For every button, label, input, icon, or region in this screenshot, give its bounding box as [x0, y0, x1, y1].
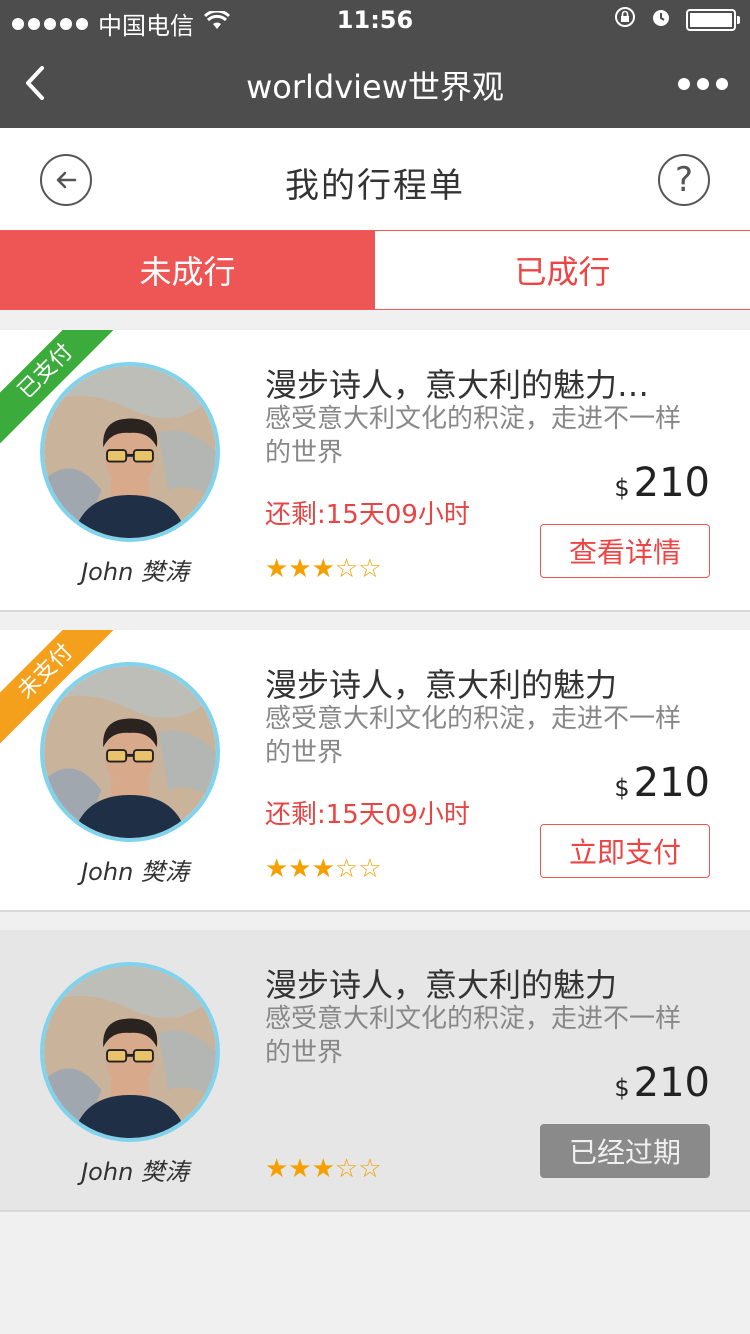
price-value: 210: [633, 460, 710, 506]
trip-price: $210: [614, 1060, 710, 1106]
nav-title: worldview世界观: [246, 68, 504, 106]
trip-price: $210: [614, 460, 710, 506]
price-value: 210: [633, 1060, 710, 1106]
page-title: 我的行程单: [285, 166, 465, 206]
guide-photo: [44, 366, 216, 538]
tab-pending[interactable]: 未成行: [0, 231, 375, 309]
trip-card-paid[interactable]: 已支付 John 樊涛 漫步诗人，意大利的魅力… 感受意大利文化的积淀，走进不一…: [0, 330, 750, 610]
rating-stars: ★★★☆☆: [265, 554, 382, 584]
remaining-time: 还剩:15天09小时: [265, 500, 470, 530]
trip-card-unpaid[interactable]: 未支付 John 樊涛 漫步诗人，意大利的魅力 感受意大利文化的积淀，走进不一样…: [0, 630, 750, 910]
guide-name: John 樊涛: [81, 1158, 189, 1186]
battery-icon: [686, 9, 740, 31]
trip-title: 漫步诗人，意大利的魅力…: [265, 366, 650, 404]
rating-stars: ★★★☆☆: [265, 854, 382, 884]
currency-symbol: $: [614, 774, 630, 802]
currency-symbol: $: [614, 1074, 630, 1102]
currency-symbol: $: [614, 474, 630, 502]
help-icon: ?: [674, 160, 694, 200]
trip-title: 漫步诗人，意大利的魅力: [265, 966, 618, 1004]
nav-bar: worldview世界观: [0, 40, 750, 128]
pay-now-button[interactable]: 立即支付: [540, 824, 710, 878]
trip-title: 漫步诗人，意大利的魅力: [265, 666, 618, 704]
guide-photo: [44, 966, 216, 1138]
rotation-lock-icon: [614, 6, 636, 34]
status-right: [614, 6, 740, 34]
avatar: [40, 662, 220, 842]
expired-button: 已经过期: [540, 1124, 710, 1178]
remaining-time: 还剩:15天09小时: [265, 800, 470, 830]
trip-tabs: 未成行 已成行: [0, 230, 750, 310]
trip-price: $210: [614, 760, 710, 806]
avatar: [40, 362, 220, 542]
top-bar: 中国电信 11:56 worldview世界观: [0, 0, 750, 128]
page-header: 我的行程单 ?: [0, 128, 750, 230]
guide-name: John 樊涛: [81, 558, 189, 586]
guide-name: John 樊涛: [81, 858, 189, 886]
tab-completed[interactable]: 已成行: [375, 231, 750, 309]
price-value: 210: [633, 760, 710, 806]
avatar: [40, 962, 220, 1142]
alarm-icon: [650, 6, 672, 34]
trip-card-expired[interactable]: John 樊涛 漫步诗人，意大利的魅力 感受意大利文化的积淀，走进不一样的世界 …: [0, 930, 750, 1210]
help-button[interactable]: ?: [658, 154, 710, 206]
more-menu-button[interactable]: [678, 78, 728, 90]
status-bar: 中国电信 11:56: [0, 0, 750, 40]
view-details-button[interactable]: 查看详情: [540, 524, 710, 578]
rating-stars: ★★★☆☆: [265, 1154, 382, 1184]
guide-photo: [44, 666, 216, 838]
